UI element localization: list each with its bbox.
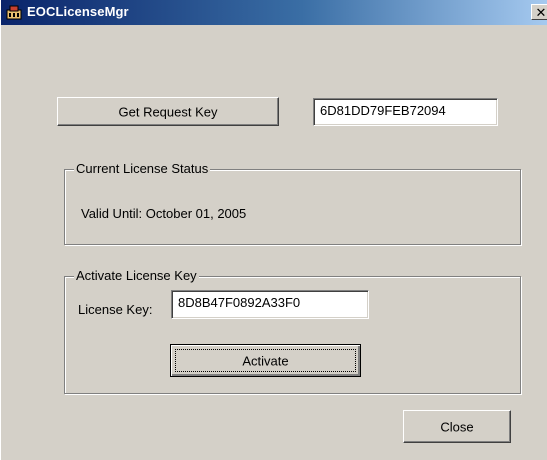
close-icon[interactable]: ✕ bbox=[531, 4, 547, 20]
window-title: EOCLicenseMgr bbox=[27, 4, 129, 19]
title-bar[interactable]: EOCLicenseMgr ✕ bbox=[1, 0, 547, 25]
license-key-input[interactable]: 8D8B47F0892A33F0 bbox=[171, 290, 369, 319]
request-key-field[interactable]: 6D81DD79FEB72094 bbox=[313, 98, 498, 126]
activate-button[interactable]: Activate bbox=[170, 344, 361, 377]
get-request-key-button[interactable]: Get Request Key bbox=[57, 97, 279, 126]
activate-label: Activate bbox=[242, 353, 289, 368]
license-key-label: License Key: bbox=[78, 302, 153, 317]
current-license-status-title: Current License Status bbox=[74, 161, 211, 177]
close-button[interactable]: Close bbox=[403, 410, 511, 443]
license-manager-window: EOCLicenseMgr ✕ Get Request Key 6D81DD79… bbox=[0, 0, 547, 460]
current-license-status-group: Current License Status Valid Until: Octo… bbox=[64, 161, 521, 245]
app-icon bbox=[6, 4, 22, 20]
get-request-key-label: Get Request Key bbox=[118, 104, 218, 119]
valid-until-text: Valid Until: October 01, 2005 bbox=[81, 206, 247, 221]
activate-license-key-title: Activate License Key bbox=[74, 268, 199, 284]
close-label: Close bbox=[440, 419, 474, 434]
